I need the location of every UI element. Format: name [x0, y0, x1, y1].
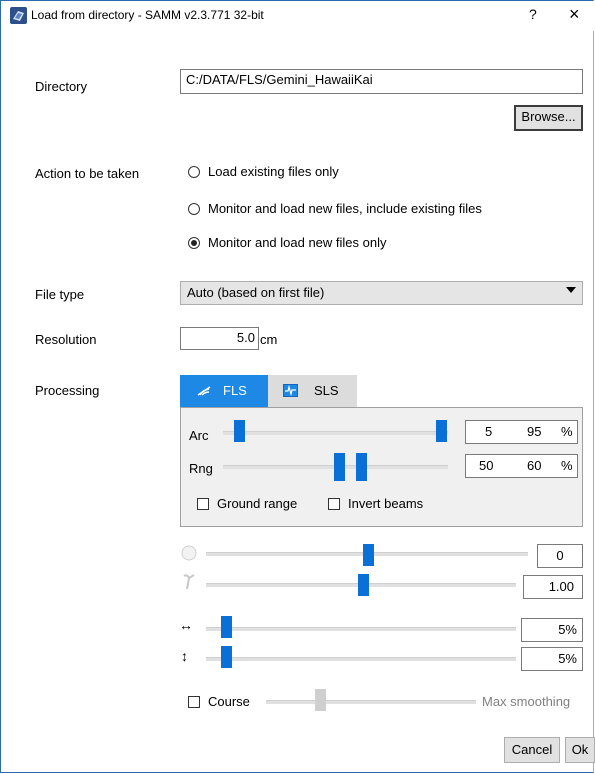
dialog-window: Load from directory - SAMM v2.3.771 32-b…	[0, 0, 595, 773]
resolution-label: Resolution	[35, 332, 97, 347]
rng-max-thumb[interactable]	[356, 453, 367, 481]
option-monitor-include-label[interactable]: Monitor and load new files, include exis…	[208, 201, 482, 216]
resolution-unit: cm	[260, 332, 278, 347]
help-button[interactable]: ?	[529, 6, 537, 22]
brightness-value[interactable]: 0	[537, 544, 583, 568]
arc-max-value: 95	[527, 424, 542, 439]
cancel-button[interactable]: Cancel	[504, 737, 560, 763]
rng-unit: %	[561, 458, 573, 473]
arc-value-box[interactable]: 5 95 %	[465, 420, 578, 444]
ground-range-checkbox[interactable]	[197, 498, 209, 510]
arc-min-thumb[interactable]	[234, 420, 245, 442]
gamma-thumb[interactable]	[358, 574, 369, 596]
close-button[interactable]: ×	[569, 4, 580, 25]
rng-value-box[interactable]: 50 60 %	[465, 454, 578, 478]
gamma-icon	[183, 574, 195, 590]
action-label: Action to be taken	[35, 166, 140, 181]
course-thumb[interactable]	[315, 689, 326, 711]
app-icon	[10, 7, 27, 24]
arc-track	[223, 431, 448, 435]
circle-icon	[181, 545, 197, 561]
directory-label: Directory	[35, 79, 88, 94]
vertical-arrows-icon: ↕	[181, 648, 188, 664]
radio-monitor-new-only[interactable]	[188, 237, 200, 249]
tab-fls[interactable]: FLS	[180, 375, 268, 407]
option-load-existing-label[interactable]: Load existing files only	[208, 164, 339, 179]
rng-min-thumb[interactable]	[334, 453, 345, 481]
vertical-track	[206, 657, 516, 661]
course-label[interactable]: Course	[208, 694, 250, 709]
vertical-thumb[interactable]	[221, 646, 232, 668]
rng-min-value: 50	[479, 458, 494, 473]
horizontal-thumb[interactable]	[221, 616, 232, 638]
max-smoothing-label: Max smoothing	[482, 694, 571, 709]
chevron-down-icon	[566, 287, 576, 293]
horizontal-arrows-icon: ↔	[179, 617, 193, 633]
arc-max-thumb[interactable]	[436, 420, 447, 442]
resolution-input[interactable]: 5.0	[180, 327, 259, 350]
title-bar[interactable]: Load from directory - SAMM v2.3.771 32-b…	[1, 1, 595, 31]
waveform-icon	[283, 384, 298, 397]
horizontal-track	[206, 627, 516, 631]
tab-sls[interactable]: SLS	[268, 375, 357, 407]
ok-button[interactable]: Ok	[565, 737, 595, 763]
arc-min-value: 5	[485, 424, 493, 439]
directory-input[interactable]: C:/DATA/FLS/Gemini_HawaiiKai	[180, 69, 583, 94]
arc-label: Arc	[189, 428, 209, 443]
radio-load-existing[interactable]	[188, 166, 200, 178]
file-type-label: File type	[35, 287, 85, 302]
course-checkbox[interactable]	[188, 696, 200, 708]
browse-button[interactable]: Browse...	[514, 105, 583, 131]
course-track	[266, 700, 476, 704]
file-type-select[interactable]: Auto (based on first file)	[180, 281, 583, 305]
horizontal-value[interactable]: 5%	[521, 618, 583, 642]
sonar-icon	[197, 386, 211, 396]
brightness-thumb[interactable]	[363, 544, 374, 566]
file-type-value: Auto (based on first file)	[187, 285, 325, 300]
radio-monitor-include-existing[interactable]	[188, 203, 200, 215]
vertical-value[interactable]: 5%	[521, 647, 583, 671]
option-monitor-new-label[interactable]: Monitor and load new files only	[208, 235, 387, 250]
tab-sls-label: SLS	[314, 383, 339, 398]
arc-unit: %	[561, 424, 573, 439]
gamma-value[interactable]: 1.00	[523, 575, 583, 599]
rng-max-value: 60	[527, 458, 542, 473]
window-title: Load from directory - SAMM v2.3.771 32-b…	[31, 8, 264, 22]
invert-beams-checkbox[interactable]	[328, 498, 340, 510]
tab-fls-label: FLS	[223, 383, 247, 398]
ground-range-label[interactable]: Ground range	[217, 496, 297, 511]
invert-beams-label[interactable]: Invert beams	[348, 496, 423, 511]
rng-label: Rng	[189, 461, 213, 476]
processing-label: Processing	[35, 383, 100, 398]
